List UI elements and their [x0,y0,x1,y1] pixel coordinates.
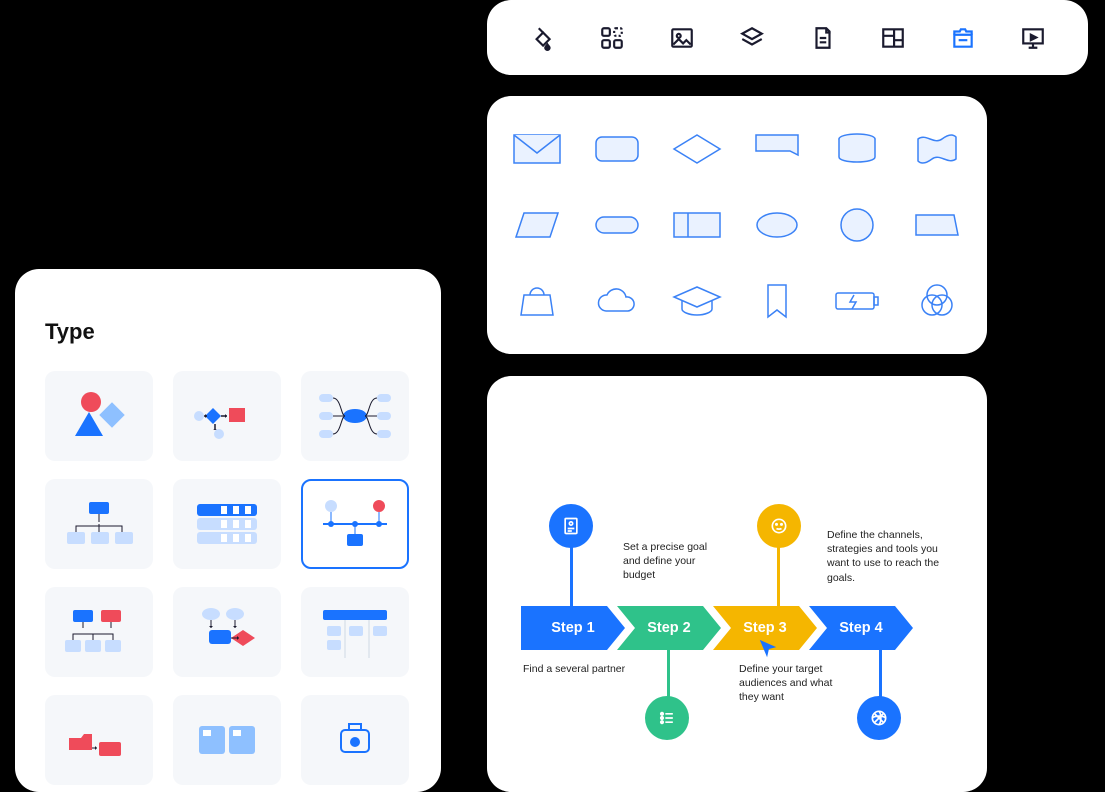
type-tree-diagram[interactable] [45,587,153,677]
shape-trapezoid[interactable] [907,196,967,254]
arrow-step4[interactable]: Step 4 [809,606,913,650]
type-cards[interactable] [173,695,281,785]
apps-icon[interactable] [587,13,637,63]
arrow-label: Step 4 [839,620,883,636]
type-mindmap[interactable] [301,371,409,461]
type-kanban[interactable] [301,587,409,677]
type-compare-table[interactable] [173,479,281,569]
type-panel: Type [15,269,441,792]
image-icon[interactable] [657,13,707,63]
shape-wave-flag[interactable] [907,120,967,178]
steps-preview-panel: Step 1 Step 2 Step 3 Step 4 Find a sever… [487,376,987,792]
step2-desc: Set a precise goal and define your budge… [623,540,727,583]
type-folder-flow[interactable] [45,695,153,785]
shape-cloud[interactable] [587,272,647,330]
arrow-row: Step 1 Step 2 Step 3 Step 4 [521,606,913,650]
arrow-label: Step 2 [647,620,691,636]
shape-battery[interactable] [827,272,887,330]
step3-icon[interactable] [757,504,801,548]
arrow-label: Step 1 [551,620,595,636]
shape-split-rect[interactable] [667,196,727,254]
layout-icon[interactable] [868,13,918,63]
step1-desc: Find a several partner [523,662,643,676]
stem-step1 [570,546,573,606]
shape-venn[interactable] [907,272,967,330]
type-flowchart[interactable] [173,371,281,461]
shapes-palette [487,96,987,354]
step1-icon[interactable] [549,504,593,548]
step4-icon[interactable] [857,696,901,740]
layers-icon[interactable] [727,13,777,63]
shape-graduation-cap[interactable] [667,272,727,330]
type-org-chart[interactable] [45,479,153,569]
arrow-step1[interactable]: Step 1 [521,606,625,650]
templates-icon[interactable] [938,13,988,63]
document-icon[interactable] [798,13,848,63]
shape-shopping-bag[interactable] [507,272,567,330]
shape-cylinder[interactable] [827,120,887,178]
shape-pill[interactable] [587,196,647,254]
type-state[interactable] [301,695,409,785]
step4-desc: Define the channels, strategies and tool… [827,528,947,585]
arrow-label: Step 3 [743,620,787,636]
top-toolbar [487,0,1088,75]
step2-icon[interactable] [645,696,689,740]
shape-parallelogram[interactable] [507,196,567,254]
stem-step3 [777,546,780,606]
shape-bookmark[interactable] [747,272,807,330]
arrow-step2[interactable]: Step 2 [617,606,721,650]
type-timeline[interactable] [301,479,409,569]
shape-circle[interactable] [827,196,887,254]
type-basic-shapes[interactable] [45,371,153,461]
type-decision-flow[interactable] [173,587,281,677]
presentation-icon[interactable] [1008,13,1058,63]
cursor-icon [757,638,779,660]
shape-envelope[interactable] [507,120,567,178]
shape-flag[interactable] [747,120,807,178]
fill-icon[interactable] [517,13,567,63]
type-panel-title: Type [45,319,411,345]
shape-ellipse[interactable] [747,196,807,254]
shape-diamond[interactable] [667,120,727,178]
step3-desc: Define your target audiences and what th… [739,662,849,705]
shape-rounded-rect[interactable] [587,120,647,178]
